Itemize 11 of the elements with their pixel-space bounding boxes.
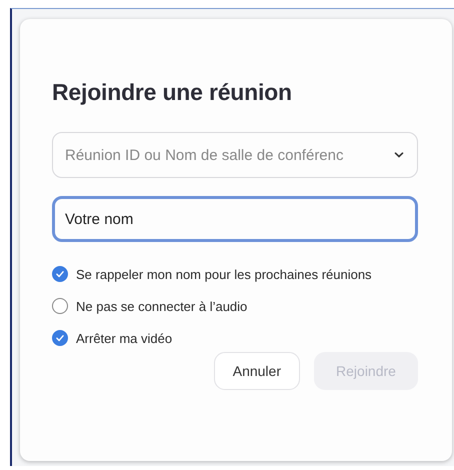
cancel-button[interactable]: Annuler	[214, 352, 300, 390]
name-field[interactable]: Votre nom	[52, 196, 418, 242]
caret-icon[interactable]	[394, 152, 404, 158]
option-label: Ne pas se connecter à l’audio	[76, 298, 248, 314]
option-label: Se rappeler mon nom pour les prochaines réunions	[76, 266, 372, 282]
checkbox[interactable]	[52, 330, 68, 346]
dialog-title: Rejoindre une réunion	[52, 79, 293, 106]
checkbox[interactable]	[52, 266, 68, 282]
option-label: Arrêter ma vidéo	[76, 330, 172, 346]
checkbox[interactable]	[52, 298, 68, 314]
meeting-id-field[interactable]: Réunion ID ou Nom de salle de conférenc	[52, 132, 418, 178]
